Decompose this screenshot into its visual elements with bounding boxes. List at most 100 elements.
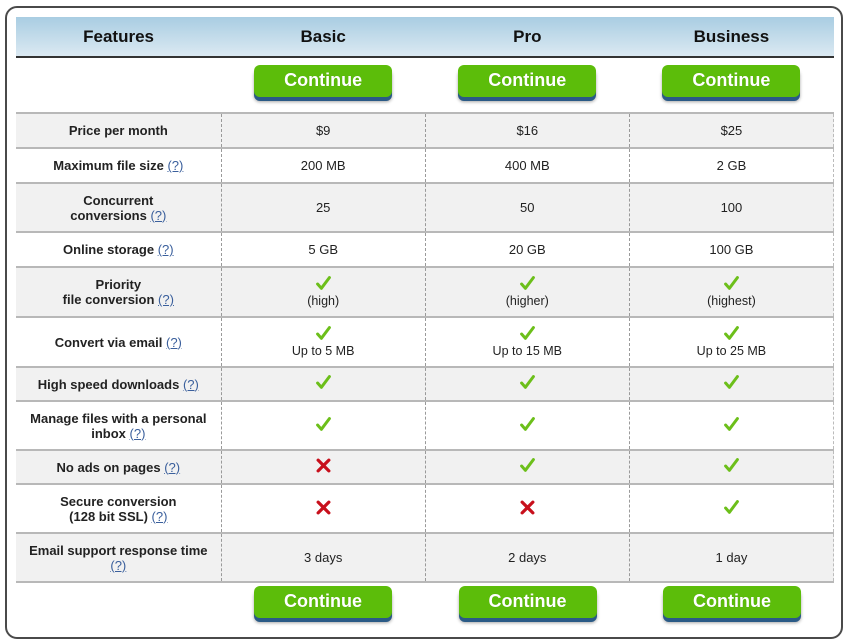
plan-cell-basic: (high): [220, 266, 426, 317]
plan-cell-business: (highest): [628, 266, 835, 317]
check-icon: [724, 375, 740, 389]
table-row: Maximum file size (?) 200 MB 400 MB 2 GB: [16, 147, 835, 183]
cell-value: 100: [720, 200, 743, 215]
cross-icon: [520, 500, 535, 514]
cell-value: $16: [516, 123, 539, 138]
top-button-row: Continue Continue Continue: [16, 57, 834, 113]
table-row: Manage files with a personal inbox (?): [16, 400, 835, 450]
feature-label-cell: Concurrent conversions (?): [16, 182, 222, 232]
check-icon: [316, 416, 332, 431]
check-icon: [520, 416, 536, 431]
feature-label-cell: Email support response time (?): [16, 532, 222, 583]
plan-cell-basic: [220, 483, 426, 533]
feature-label: file conversion: [62, 292, 155, 307]
feature-label: Maximum file size: [53, 158, 164, 173]
cell-value: 2 days: [508, 550, 547, 565]
feature-label-cell: No ads on pages (?): [16, 449, 222, 484]
check-icon: [316, 276, 332, 290]
table-row: High speed downloads (?): [16, 366, 835, 401]
plan-cell-business: $25: [628, 112, 835, 148]
help-link[interactable]: (?): [167, 158, 183, 173]
check-icon: [724, 458, 740, 472]
plan-cell-business: [628, 483, 835, 533]
plan-cell-pro: 400 MB: [424, 147, 630, 183]
bottom-button-row: Continue Continue Continue: [16, 586, 834, 622]
plan-cell-basic: 3 days: [220, 532, 426, 583]
pricing-table: Features Basic Pro Business Continue Con…: [16, 17, 835, 583]
check-icon: [520, 458, 536, 472]
plan-cell-business: 2 GB: [628, 147, 835, 183]
feature-label: High speed downloads: [37, 376, 180, 392]
cell-value: 400 MB: [504, 158, 550, 173]
feature-label-cell: Priority file conversion (?): [16, 266, 222, 317]
cell-value: (higher): [505, 294, 549, 308]
header-plan-basic: Basic: [221, 17, 426, 58]
continue-basic-button[interactable]: Continue: [254, 65, 393, 97]
feature-label: inbox: [91, 425, 126, 441]
plan-cell-pro: [424, 449, 630, 484]
cell-value: 20 GB: [508, 242, 546, 257]
plan-cell-pro: [424, 366, 630, 401]
plan-cell-basic: 25: [220, 182, 426, 232]
check-icon: [724, 416, 740, 431]
feature-label: Online storage: [63, 242, 155, 257]
cell-value: 2 GB: [716, 158, 747, 173]
feature-label: Manage files with a personal: [30, 410, 207, 426]
feature-label: Priority: [95, 277, 142, 292]
feature-label: Convert via email: [54, 334, 163, 350]
help-link[interactable]: (?): [166, 335, 182, 350]
help-link[interactable]: (?): [158, 292, 174, 307]
cell-value: 3 days: [304, 550, 343, 565]
cross-icon: [316, 500, 331, 514]
cell-value: 5 GB: [308, 242, 338, 257]
continue-business-bottom-button[interactable]: Continue: [663, 586, 801, 618]
feature-label-cell: High speed downloads (?): [16, 366, 222, 401]
feature-label: No ads on pages: [56, 459, 161, 475]
cell-value: Up to 15 MB: [492, 344, 563, 358]
plan-cell-pro: [424, 483, 630, 533]
plan-cell-pro: 2 days: [424, 532, 630, 583]
cross-icon: [316, 458, 331, 473]
plan-cell-basic: [220, 449, 426, 484]
continue-pro-bottom-button[interactable]: Continue: [458, 586, 597, 618]
plan-cell-business: [628, 400, 835, 450]
feature-label: Price per month: [68, 123, 168, 138]
plan-cell-basic: 5 GB: [220, 231, 426, 267]
plan-cell-pro: $16: [424, 112, 630, 148]
feature-label-cell: Maximum file size (?): [16, 147, 222, 183]
table-row: Concurrent conversions (?) 25 50 100: [16, 182, 835, 232]
check-icon: [520, 326, 536, 340]
table-row: Online storage (?) 5 GB 20 GB 100 GB: [16, 231, 835, 267]
help-link[interactable]: (?): [164, 460, 180, 475]
plan-cell-pro: [424, 400, 630, 450]
help-link[interactable]: (?): [183, 377, 199, 392]
feature-label: Concurrent: [83, 192, 154, 208]
plan-cell-pro: 50: [424, 182, 630, 232]
help-link[interactable]: (?): [110, 558, 126, 573]
feature-label: (128 bit SSL): [69, 508, 148, 524]
cell-value: Up to 25 MB: [696, 344, 767, 358]
header-plan-pro: Pro: [425, 17, 630, 58]
plan-cell-business: 1 day: [628, 532, 835, 583]
continue-business-button[interactable]: Continue: [662, 65, 801, 97]
cell-value: 100 GB: [709, 242, 754, 257]
feature-label: conversions: [70, 207, 147, 223]
plan-cell-business: [628, 366, 835, 401]
feature-label-cell: Convert via email (?): [16, 316, 222, 367]
help-link[interactable]: (?): [150, 208, 166, 223]
help-link[interactable]: (?): [158, 242, 174, 257]
plan-cell-basic: $9: [220, 112, 426, 148]
cell-value: 50: [520, 200, 535, 215]
help-link[interactable]: (?): [152, 509, 168, 524]
continue-pro-button[interactable]: Continue: [458, 65, 597, 97]
cell-value: $25: [720, 123, 743, 138]
help-link[interactable]: (?): [130, 426, 146, 441]
plan-cell-business: [628, 449, 835, 484]
feature-label: Email support response time: [29, 542, 208, 558]
cell-value: 25: [315, 200, 331, 215]
feature-label: Secure conversion: [60, 493, 177, 509]
table-row: Priority file conversion (?) (high) (higher…: [16, 266, 835, 317]
check-icon: [724, 326, 740, 340]
continue-basic-bottom-button[interactable]: Continue: [254, 586, 392, 618]
table-row: No ads on pages (?): [16, 449, 835, 484]
